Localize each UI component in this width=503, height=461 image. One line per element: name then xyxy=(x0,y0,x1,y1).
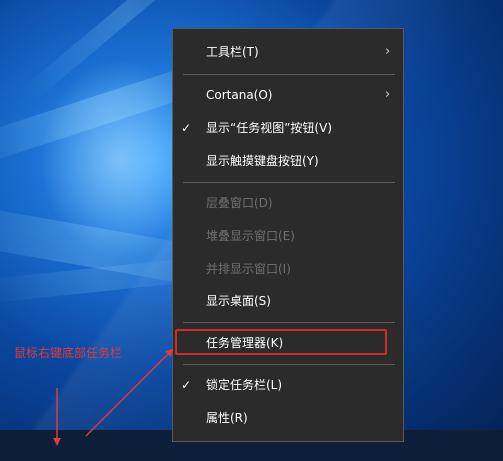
arrow-to-task-manager xyxy=(85,348,174,437)
annotation-arrows xyxy=(53,348,174,446)
